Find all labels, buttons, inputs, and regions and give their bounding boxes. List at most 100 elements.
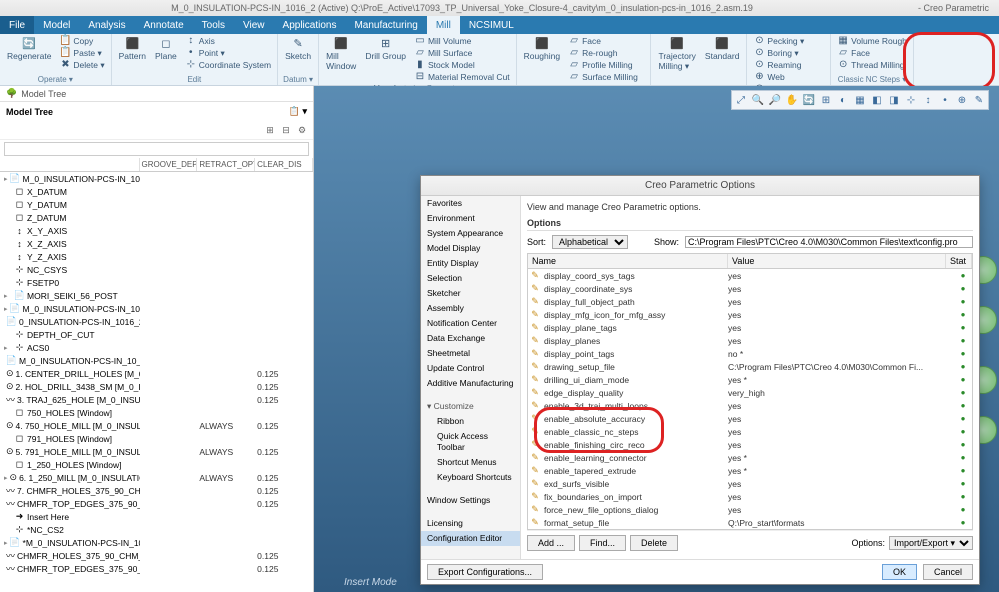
nav-licensing[interactable]: Licensing [421, 516, 520, 531]
option-row[interactable]: ✎fix_boundaries_on_importyes● [528, 490, 972, 503]
col-groove[interactable]: GROOVE_DEPTH [140, 158, 198, 171]
expand-icon[interactable]: ▸ [4, 292, 12, 300]
vt-pan[interactable]: ✋ [784, 92, 800, 108]
ribbon-item-volume-rough[interactable]: ▦Volume Rough [835, 35, 909, 47]
cancel-button[interactable]: Cancel [923, 564, 973, 580]
option-row[interactable]: ✎display_mfg_icon_for_mfg_assyyes● [528, 308, 972, 321]
vt-datum[interactable]: ⊹ [903, 92, 919, 108]
menu-ncsimul[interactable]: NCSIMUL [460, 16, 523, 34]
tree-row[interactable]: ⊙1. CENTER_DRILL_HOLES [M_0_INSULATION-0… [0, 367, 313, 380]
ribbon-item-boring-[interactable]: ⊙Boring ▾ [751, 47, 821, 59]
ribbon-item-web[interactable]: ⊕Web [751, 71, 821, 83]
ribbon-btn-standard[interactable]: ⬛Standard [702, 35, 743, 83]
ribbon-item-paste-[interactable]: 📋Paste ▾ [57, 47, 106, 59]
vt-point[interactable]: • [937, 92, 953, 108]
tree-row[interactable]: 〰7. CHMFR_HOLES_375_90_CHM [M_0_INSULA0.… [0, 484, 313, 497]
option-row[interactable]: ✎exd_surfs_visibleyes● [528, 477, 972, 490]
option-row[interactable]: ✎display_coord_sys_tagsyes● [528, 269, 972, 282]
expand-icon[interactable]: ▸ [4, 305, 8, 313]
ribbon-item-axis[interactable]: ↕Axis [183, 35, 273, 47]
nav-entity-display[interactable]: Entity Display [421, 256, 520, 271]
nav-notification-center[interactable]: Notification Center [421, 316, 520, 331]
nav-system-appearance[interactable]: System Appearance [421, 226, 520, 241]
tree-row[interactable]: ◻1_250_HOLES [Window] [0, 458, 313, 471]
tree-body[interactable]: ▸📄M_0_INSULATION-PCS-IN_1016_2.ASM◻X_DAT… [0, 172, 313, 592]
delete-button[interactable]: Delete [630, 535, 678, 551]
menu-applications[interactable]: Applications [274, 16, 346, 34]
tree-row[interactable]: 📄0_INSULATION-PCS-IN_1016_2.PRT [0, 315, 313, 328]
ribbon-item-re-rough[interactable]: ▱Re-rough [566, 47, 646, 59]
vt-wire[interactable]: ▦ [852, 92, 868, 108]
tree-row[interactable]: ⊙2. HOL_DRILL_3438_SM [M_0_INSULATION-P0… [0, 380, 313, 393]
ribbon-btn-drill-group[interactable]: ⊞Drill Group [362, 35, 409, 83]
tree-row[interactable]: ▸⊹ACS0 [0, 341, 313, 354]
tree-row[interactable]: 📄M_0_INSULATION-PCS-IN_10_WRK_01.PRT [0, 354, 313, 367]
options-grid[interactable]: ✎display_coord_sys_tagsyes●✎display_coor… [527, 269, 973, 530]
menu-manufacturing[interactable]: Manufacturing [345, 16, 426, 34]
tree-tab[interactable]: 🌳 Model Tree [0, 86, 313, 102]
option-row[interactable]: ✎display_full_object_pathyes● [528, 295, 972, 308]
gh-name[interactable]: Name [528, 254, 728, 268]
option-row[interactable]: ✎display_point_tagsno *● [528, 347, 972, 360]
option-row[interactable]: ✎display_plane_tagsyes● [528, 321, 972, 334]
find-button[interactable]: Find... [579, 535, 626, 551]
vt-nohidden[interactable]: ◨ [886, 92, 902, 108]
col-clear[interactable]: CLEAR_DIS [255, 158, 313, 171]
ok-button[interactable]: OK [882, 564, 917, 580]
tree-row[interactable]: ▸📄M_0_INSULATION-PCS-IN_1016_2.ASM [0, 172, 313, 185]
option-row[interactable]: ✎force_new_file_options_dialogyes● [528, 503, 972, 516]
gh-value[interactable]: Value [728, 254, 946, 268]
export-config-button[interactable]: Export Configurations... [427, 564, 543, 580]
tree-row[interactable]: ◻Z_DATUM [0, 211, 313, 224]
ribbon-item-thread-milling[interactable]: ⊙Thread Milling [835, 59, 909, 71]
tree-tool-1[interactable]: ⊞ [263, 123, 277, 137]
expand-icon[interactable]: ▸ [4, 539, 8, 547]
vt-hidden[interactable]: ◧ [869, 92, 885, 108]
tree-row[interactable]: 〰CHMFR_TOP_EDGES_375_90_CHM [M_0_IN0.125 [0, 497, 313, 510]
nav-additive-manufacturing[interactable]: Additive Manufacturing [421, 376, 520, 391]
ribbon-item-stock-model[interactable]: ▮Stock Model [412, 59, 512, 71]
option-row[interactable]: ✎enable_3d_traj_multi_loopsyes● [528, 399, 972, 412]
nav-environment[interactable]: Environment [421, 211, 520, 226]
option-row[interactable]: ✎display_planesyes● [528, 334, 972, 347]
ribbon-item-pecking-[interactable]: ⊙Pecking ▾ [751, 35, 821, 47]
show-path-input[interactable] [685, 236, 973, 248]
ribbon-item-profile-milling[interactable]: ▱Profile Milling [566, 59, 646, 71]
nav-configuration-editor[interactable]: Configuration Editor [421, 531, 520, 546]
import-export-select[interactable]: Import/Export ▾ [889, 536, 973, 550]
vt-axis[interactable]: ↕ [920, 92, 936, 108]
option-row[interactable]: ✎enable_absolute_accuracyyes● [528, 412, 972, 425]
add-button[interactable]: Add ... [527, 535, 575, 551]
ribbon-btn-pattern[interactable]: ⬛Pattern [116, 35, 149, 74]
option-row[interactable]: ✎enable_tapered_extrudeyes *● [528, 464, 972, 477]
ribbon-item-face[interactable]: ▱Face [566, 35, 646, 47]
nav-quick-access-toolbar[interactable]: Quick Access Toolbar [421, 429, 520, 455]
tree-row[interactable]: ⊹NC_CSYS [0, 263, 313, 276]
tree-row[interactable]: ⊙5. 791_HOLE_MILL [M_0_INSULATION-PCS-IN… [0, 445, 313, 458]
tree-tool-2[interactable]: ⊟ [279, 123, 293, 137]
nav-data-exchange[interactable]: Data Exchange [421, 331, 520, 346]
nav-sketcher[interactable]: Sketcher [421, 286, 520, 301]
ribbon-item-reaming[interactable]: ⊙Reaming [751, 59, 821, 71]
option-row[interactable]: ✎enable_finishing_circ_recoyes● [528, 438, 972, 451]
tree-row[interactable]: ▸📄MORI_SEIKI_56_POST [0, 289, 313, 302]
tree-row[interactable]: ◻791_HOLES [Window] [0, 432, 313, 445]
menu-model[interactable]: Model [34, 16, 79, 34]
ribbon-item-coordinate-system[interactable]: ⊹Coordinate System [183, 59, 273, 71]
tree-row[interactable]: ◻750_HOLES [Window] [0, 406, 313, 419]
option-row[interactable]: ✎enable_learning_connectoryes *● [528, 451, 972, 464]
gh-stat[interactable]: Stat [946, 254, 972, 268]
ribbon-item-copy[interactable]: 📋Copy [57, 35, 106, 47]
expand-icon[interactable]: ▸ [4, 474, 8, 482]
tree-row[interactable]: 〰3. TRAJ_625_HOLE [M_0_INSULATION-PCS-IN… [0, 393, 313, 406]
vt-zoom-out[interactable]: 🔎 [767, 92, 783, 108]
ribbon-btn-mill-window[interactable]: ⬛MillWindow [323, 35, 359, 83]
ribbon-item-face[interactable]: ▱Face [835, 47, 909, 59]
sort-select[interactable]: Alphabetical [552, 235, 628, 249]
menu-file[interactable]: File [0, 16, 34, 34]
ribbon-item-delete-[interactable]: ✖Delete ▾ [57, 59, 106, 71]
nav-shortcut-menus[interactable]: Shortcut Menus [421, 455, 520, 470]
tree-row[interactable]: ⊹*NC_CS2 [0, 523, 313, 536]
tree-row[interactable]: ◻Y_DATUM [0, 198, 313, 211]
tree-row[interactable]: ▸📄*M_0_INSULATION-PCS-IN_1016_2_BS [MORI [0, 536, 313, 549]
